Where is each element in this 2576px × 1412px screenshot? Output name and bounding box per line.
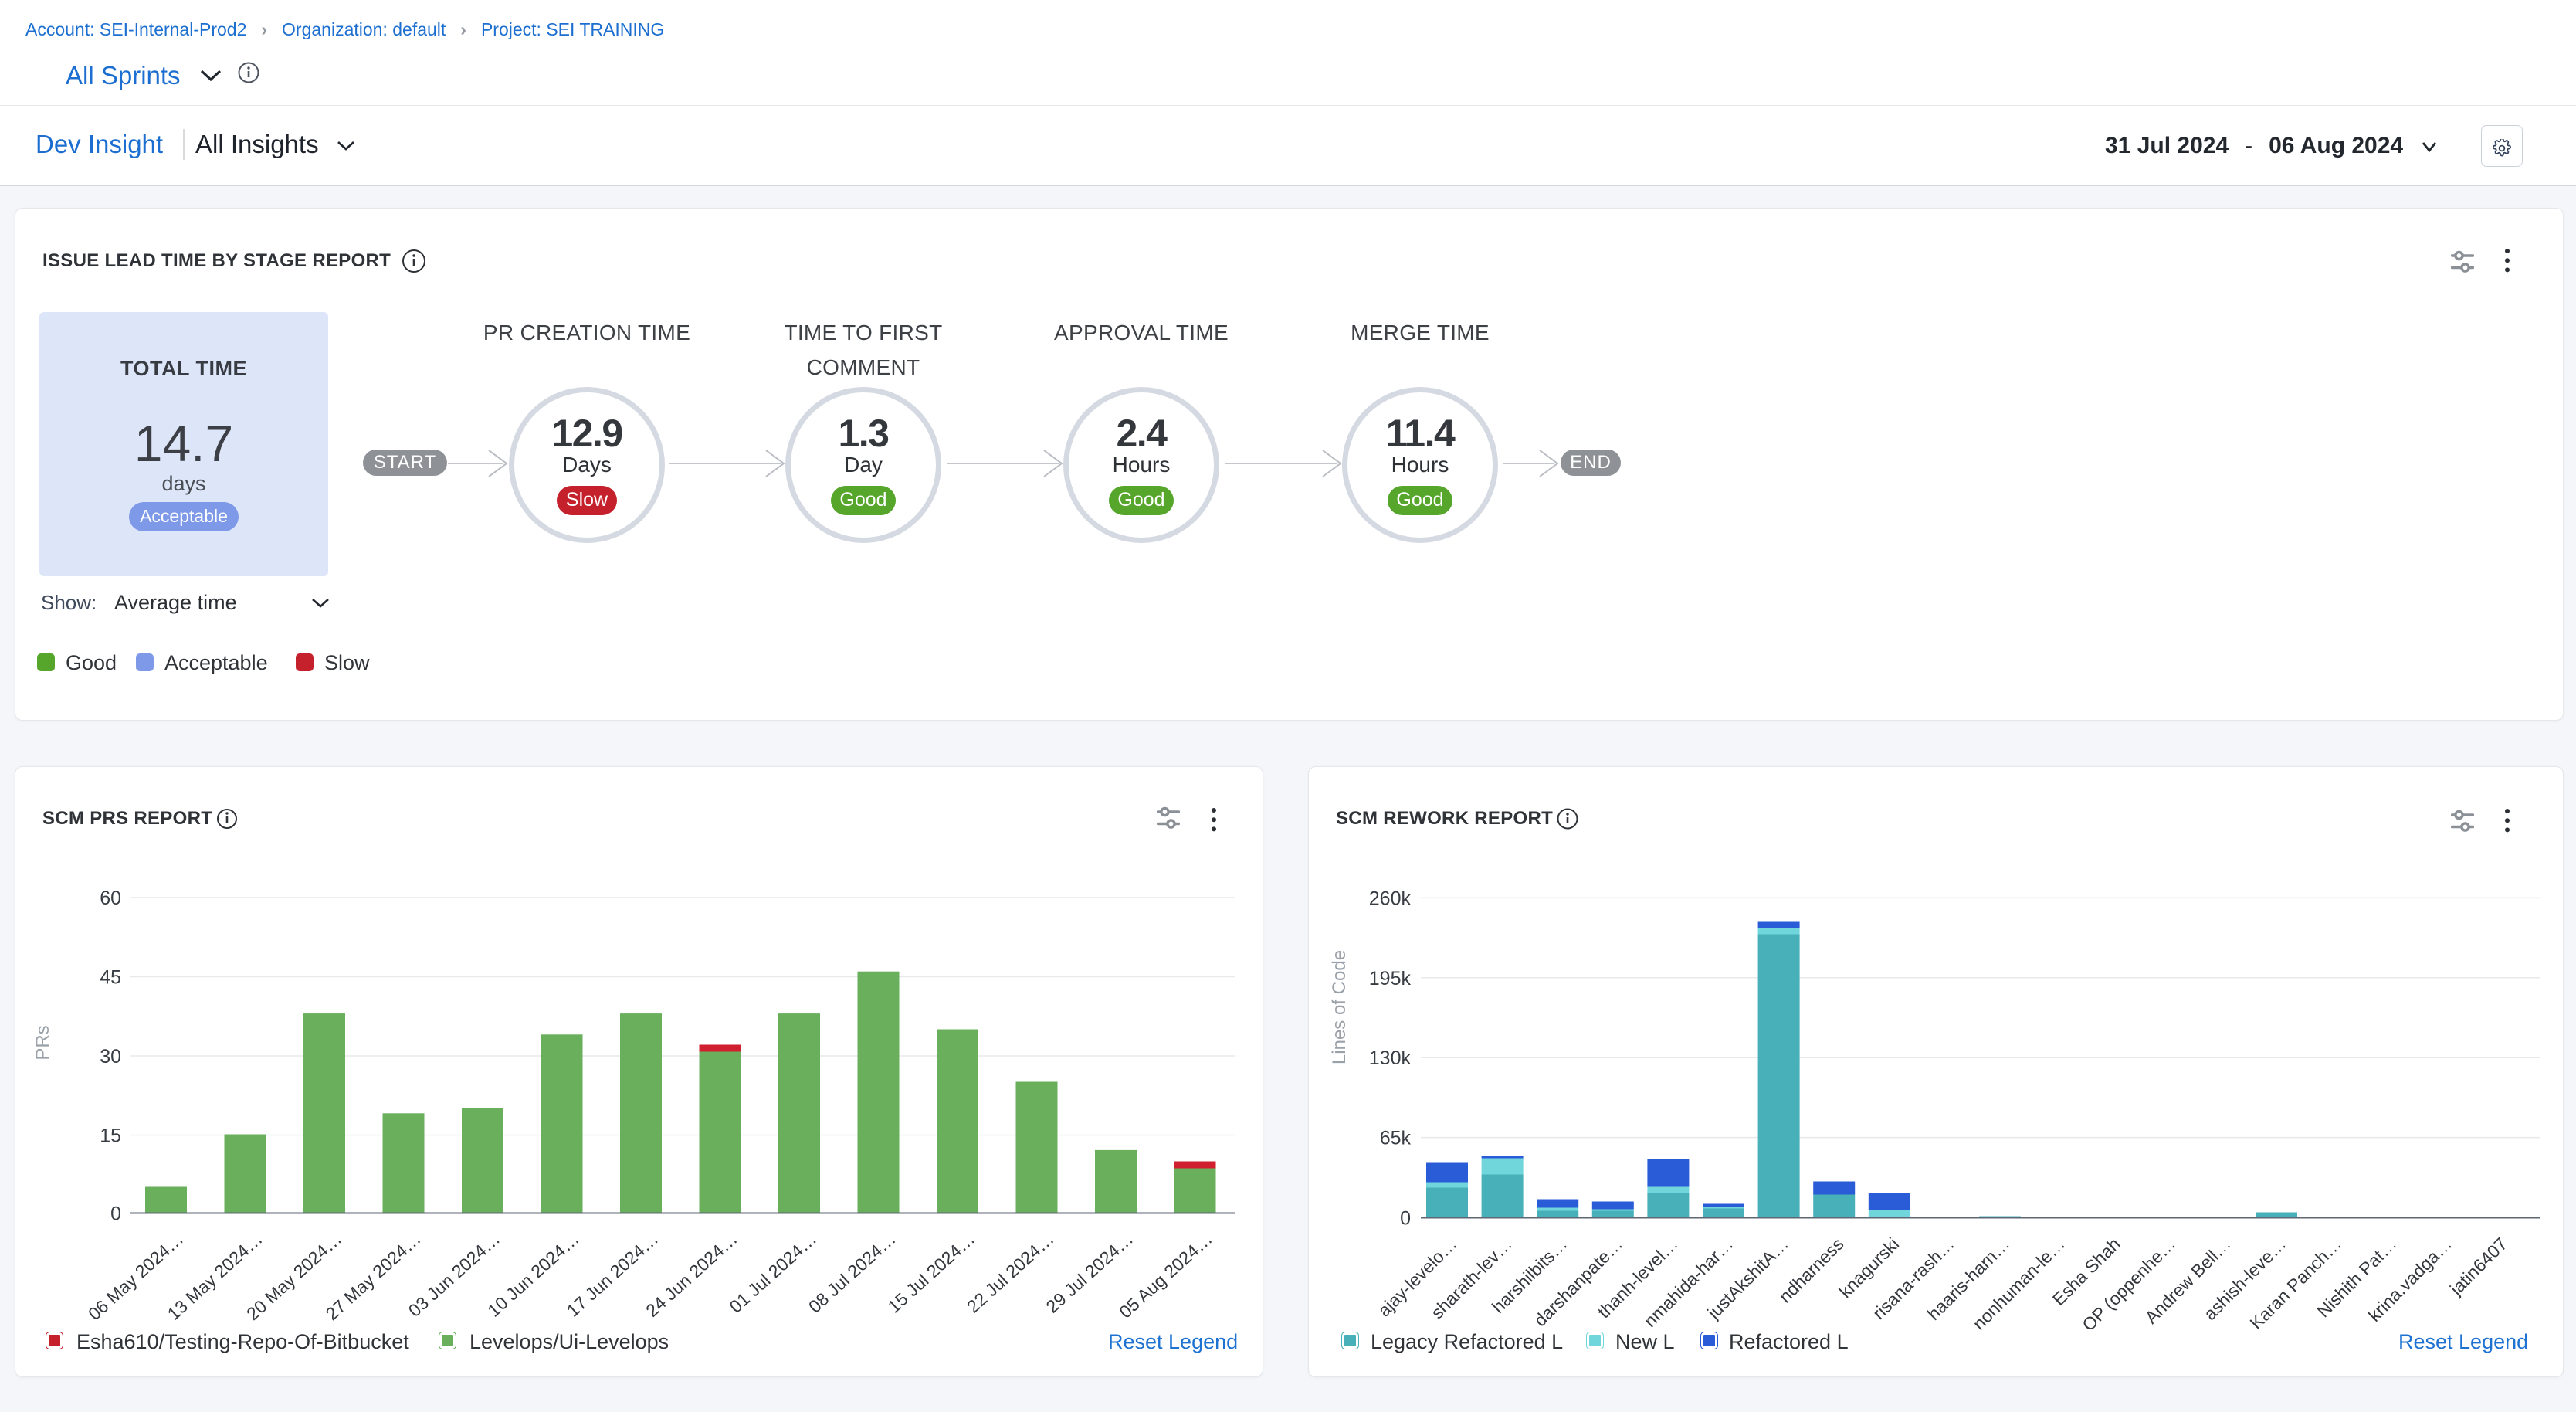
svg-text:130k: 130k xyxy=(1369,1047,1412,1069)
svg-text:195k: 195k xyxy=(1369,968,1412,989)
svg-text:65k: 65k xyxy=(1380,1128,1412,1149)
svg-text:jatin6407: jatin6407 xyxy=(2446,1234,2511,1299)
svg-text:0: 0 xyxy=(1400,1208,1411,1230)
svg-text:OP (oppenhe…: OP (oppenhe… xyxy=(2078,1234,2179,1335)
svg-text:260k: 260k xyxy=(1369,888,1412,909)
svg-text:Lines of Code: Lines of Code xyxy=(1329,950,1350,1064)
